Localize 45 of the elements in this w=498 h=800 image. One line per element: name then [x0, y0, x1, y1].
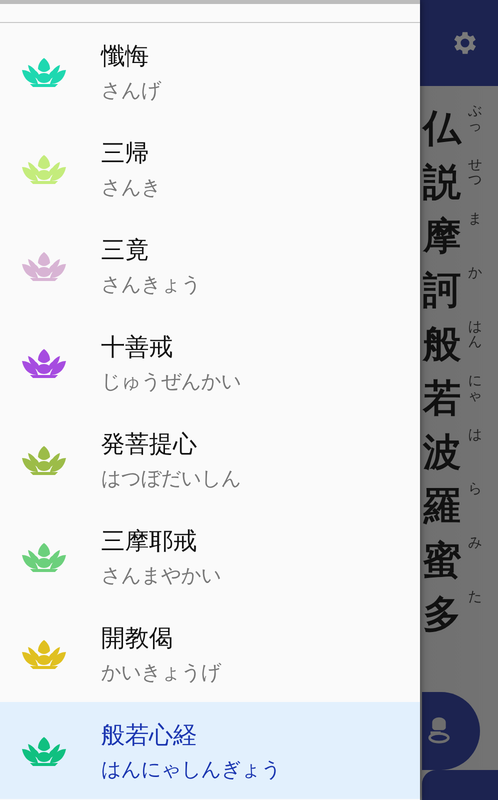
item-title: 般若心経 — [101, 720, 198, 750]
item-reading: はんにゃしんぎょう — [101, 756, 281, 782]
sutra-character: 仏 — [421, 105, 463, 152]
figure-button[interactable] — [422, 692, 480, 770]
sutra-character: 羅 — [422, 483, 462, 530]
sutra-character: 説 — [422, 159, 462, 206]
furigana: か — [468, 266, 482, 282]
menu-item[interactable]: 発菩提心 はつぼだいしん — [0, 411, 420, 508]
item-title: 三帰 — [101, 138, 150, 168]
menu-item[interactable]: 三帰 さんき — [0, 120, 420, 217]
item-title: 発菩提心 — [101, 428, 198, 458]
item-reading: かいきょうげ — [101, 658, 221, 684]
menu-item[interactable]: 懺悔 さんげ — [0, 23, 420, 120]
furigana: はん — [468, 320, 482, 351]
menu-item[interactable]: 般若心経 はんにゃしんぎょう — [0, 702, 420, 799]
item-reading: はつぼだいしん — [101, 464, 241, 490]
item-reading: さんまやかい — [101, 562, 221, 588]
menu-item[interactable]: 三竟 さんきょう — [0, 217, 420, 314]
item-reading: さんきょう — [101, 270, 201, 296]
menu-item[interactable]: 開教偈 かいきょうげ — [0, 605, 420, 702]
menu-item[interactable]: 三摩耶戒 さんまやかい — [0, 508, 420, 605]
item-reading: さんげ — [101, 76, 161, 102]
furigana: は — [468, 428, 482, 444]
furigana: にゃ — [468, 374, 482, 405]
furigana: ま — [468, 212, 482, 228]
furigana: ら — [468, 482, 482, 498]
menu-item[interactable]: 十善戒 じゅうぜんかい — [0, 314, 420, 411]
furigana: せつ — [468, 158, 482, 189]
sutra-character: 蜜 — [422, 537, 462, 584]
furigana: ぶっ — [468, 104, 482, 135]
item-title: 懺悔 — [101, 40, 150, 70]
sutra-character: 若 — [422, 375, 462, 422]
sutra-character: 多 — [422, 591, 462, 638]
sutra-character: 般 — [422, 321, 462, 368]
sutra-character: 波 — [422, 429, 462, 476]
sutra-character: 訶 — [422, 267, 462, 314]
furigana: み — [468, 536, 482, 552]
furigana: た — [468, 590, 482, 606]
item-title: 三摩耶戒 — [101, 526, 198, 556]
item-title: 十善戒 — [101, 332, 174, 362]
item-reading: さんき — [101, 174, 161, 200]
sutra-character: 摩 — [422, 213, 462, 260]
item-title: 開教偈 — [101, 622, 174, 652]
item-reading: じゅうぜんかい — [101, 368, 241, 394]
item-title: 三竟 — [101, 234, 150, 264]
